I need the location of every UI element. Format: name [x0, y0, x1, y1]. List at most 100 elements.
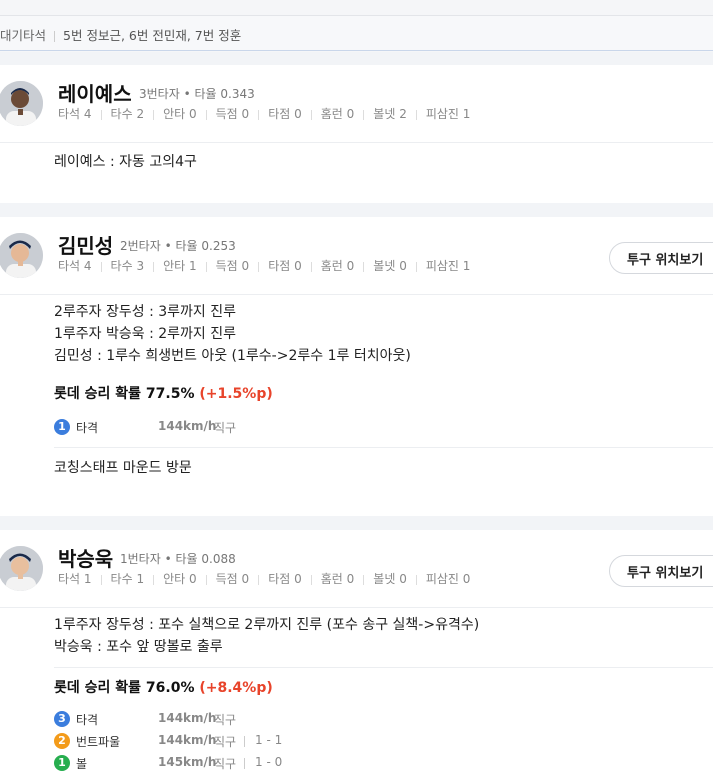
stat-item: 타점 0: [268, 570, 302, 587]
pitch-speed: 145km/h: [158, 755, 217, 769]
pitch-count: 1 - 1: [255, 733, 283, 747]
play-log: 2루주자 장두성 : 3루까지 진루 1루주자 박승욱 : 2루까지 진루 김민…: [0, 295, 713, 479]
stat-value: 0: [290, 572, 302, 586]
pitch-speed: 144km/h: [158, 733, 217, 747]
stat-item: 피삼진 0: [426, 570, 471, 587]
stat-item: 득점 0: [216, 570, 250, 587]
stat-item: 타석 4: [58, 105, 92, 122]
waiting-batters-text: 5번 정보근, 6번 전민재, 7번 정훈: [63, 28, 242, 43]
stat-divider: [258, 261, 260, 272]
player-subinfo: 2번타자 • 타율 0.253: [120, 239, 236, 253]
player-header: 박승욱 1번타자 • 타율 0.088 타석 1 타수 1 안타 0 득점 0 타점 0…: [0, 530, 713, 608]
stat-item: 볼넷 2: [373, 105, 407, 122]
win-probability: 롯데 승리 확률 76.0% (+8.4%p): [54, 677, 713, 697]
batting-average: 0.253: [201, 239, 236, 253]
stat-label: 타수: [110, 572, 133, 586]
pitch-location-button[interactable]: 투구 위치보기: [609, 555, 713, 587]
player-stats: 타석 4 타수 3 안타 1 득점 0 타점 0 홈런 0 볼넷 0 피삼진 1: [58, 257, 470, 274]
stat-label: 볼넷: [373, 107, 396, 121]
stat-item: 피삼진 1: [426, 105, 471, 122]
batting-order: 2번타자: [120, 239, 161, 253]
stat-value: 0: [458, 572, 471, 586]
stat-label: 타점: [268, 572, 291, 586]
win-prob-label: 롯데 승리 확률: [54, 680, 142, 696]
stat-value: 1: [132, 572, 145, 586]
stat-label: 피삼진: [425, 259, 459, 273]
pitch-type: 직구: [214, 757, 237, 771]
stat-item: 볼넷 0: [373, 257, 407, 274]
stat-label: 안타: [163, 107, 186, 121]
stat-label: 볼넷: [373, 572, 396, 586]
stat-label: 타점: [268, 107, 291, 121]
stat-item: 안타 0: [163, 570, 197, 587]
stat-value: 3: [132, 259, 145, 273]
stat-value: 0: [185, 107, 197, 121]
player-header: 김민성 2번타자 • 타율 0.253 타석 4 타수 3 안타 1 득점 0 타점 0…: [0, 217, 713, 295]
player-avatar: [0, 233, 43, 278]
pitch-type: 직구: [214, 713, 237, 727]
pitch-result: 타격: [76, 713, 99, 727]
pitch-location-button[interactable]: 투구 위치보기: [609, 242, 713, 274]
stat-label: 타수: [110, 259, 133, 273]
stat-label: 홈런: [320, 259, 343, 273]
pitch-row: 1 볼 145km/h 직구 1 - 0: [54, 753, 713, 775]
pitch-list: 3 타격 144km/h 직구 2 번트파울 144km/h 직구 1 - 1 1 볼 145km/h…: [54, 709, 713, 775]
stat-divider: [100, 261, 102, 272]
stat-value: 0: [237, 259, 250, 273]
player-stats: 타석 4 타수 2 안타 0 득점 0 타점 0 홈런 0 볼넷 2 피삼진 1: [58, 105, 470, 122]
count-divider: [244, 758, 245, 769]
pitch-type: 직구: [214, 421, 237, 435]
stat-label: 득점: [215, 259, 238, 273]
stat-divider: [100, 109, 102, 120]
stat-divider: [415, 261, 417, 272]
pitch-number-badge: 1: [54, 755, 70, 771]
pitch-speed: 144km/h: [158, 711, 217, 725]
stat-divider: [363, 574, 365, 585]
stat-item: 타수 3: [111, 257, 145, 274]
play-log: 레이예스 : 자동 고의4구: [0, 143, 713, 173]
stat-label: 타석: [58, 107, 81, 121]
batting-order: 3번타자: [139, 87, 180, 101]
avg-label: 타율: [175, 239, 198, 253]
stat-item: 득점 0: [216, 105, 250, 122]
stat-divider: [363, 261, 365, 272]
stat-item: 타석 1: [58, 570, 92, 587]
stat-label: 피삼진: [425, 107, 459, 121]
play-event: 박승욱 : 포수 앞 땅볼로 출루: [54, 639, 223, 655]
stat-label: 안타: [163, 572, 186, 586]
divider: [54, 667, 713, 668]
stat-divider: [363, 109, 365, 120]
stat-item: 안타 0: [163, 105, 197, 122]
pitch-result: 볼: [76, 757, 88, 771]
player-subinfo: 3번타자 • 타율 0.343: [139, 87, 255, 101]
stat-value: 0: [342, 259, 355, 273]
stat-item: 득점 0: [216, 257, 250, 274]
stat-label: 타수: [110, 107, 133, 121]
stat-value: 1: [458, 259, 471, 273]
player-avatar: [0, 81, 43, 126]
play-log: 1루주자 장두성 : 포수 실책으로 2루까지 진루 (포수 송구 실책->유격…: [0, 608, 713, 775]
stat-item: 홈런 0: [321, 570, 355, 587]
pitch-type: 직구: [214, 735, 237, 749]
stat-divider: [153, 574, 155, 585]
stat-label: 타점: [268, 259, 291, 273]
pitch-row: 3 타격 144km/h 직구: [54, 709, 713, 731]
coaching-note: 코칭스태프 마운드 방문: [54, 460, 192, 476]
player-subinfo: 1번타자 • 타율 0.088: [120, 552, 236, 566]
stat-divider: [310, 109, 312, 120]
player-name: 김민성: [58, 234, 114, 258]
batting-average: 0.343: [220, 87, 255, 101]
stat-item: 타점 0: [268, 257, 302, 274]
stat-item: 볼넷 0: [373, 570, 407, 587]
pitch-number-badge: 3: [54, 711, 70, 727]
stat-value: 0: [237, 107, 250, 121]
top-area: 대기타석 5번 정보근, 6번 전민재, 7번 정훈: [0, 0, 713, 52]
stat-divider: [153, 109, 155, 120]
play-event: 김민성 : 1루수 희생번트 아웃 (1루수->2루수 1루 터치아웃): [54, 348, 411, 364]
pitch-count: 1 - 0: [255, 755, 283, 769]
stat-value: 4: [80, 107, 92, 121]
batting-order: 1번타자: [120, 552, 161, 566]
stat-label: 홈런: [320, 572, 343, 586]
stat-value: 0: [237, 572, 250, 586]
play-event: 1루주자 장두성 : 포수 실책으로 2루까지 진루 (포수 송구 실책->유격…: [54, 617, 480, 633]
